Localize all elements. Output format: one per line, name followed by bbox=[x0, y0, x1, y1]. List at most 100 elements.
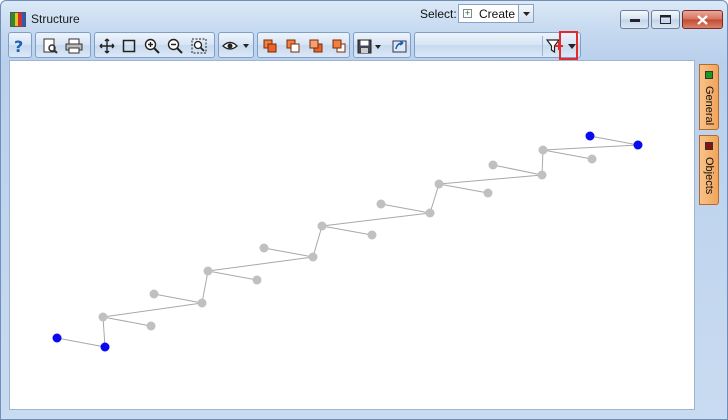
move-icon bbox=[99, 38, 115, 54]
toolbar: ? bbox=[8, 32, 721, 58]
layer-2-icon bbox=[286, 39, 300, 53]
graph-node[interactable] bbox=[367, 230, 377, 240]
print-button[interactable] bbox=[64, 36, 84, 56]
graph-node[interactable] bbox=[308, 252, 318, 262]
toolbar-group-view bbox=[94, 32, 215, 58]
print-preview-icon bbox=[43, 38, 58, 54]
graph-edge bbox=[542, 149, 593, 160]
zoom-fit-icon bbox=[191, 38, 207, 54]
general-square-icon bbox=[705, 71, 713, 79]
structure-graph[interactable] bbox=[10, 61, 696, 411]
window-title: Structure bbox=[31, 12, 80, 26]
select-mode-arrow[interactable] bbox=[518, 5, 533, 22]
toolbar-group-file bbox=[353, 32, 411, 58]
graph-edge bbox=[542, 144, 639, 151]
maximize-icon bbox=[660, 15, 671, 24]
graph-edge bbox=[102, 302, 203, 318]
graph-node[interactable] bbox=[488, 160, 498, 170]
graph-edge bbox=[102, 316, 106, 348]
graph-edge bbox=[207, 256, 314, 272]
graph-edge bbox=[56, 337, 106, 348]
save-dropdown-button[interactable] bbox=[356, 36, 384, 56]
zoom-in-button[interactable] bbox=[142, 36, 162, 56]
move-button[interactable] bbox=[97, 36, 117, 56]
plus-icon: + bbox=[463, 8, 472, 18]
app-icon bbox=[10, 12, 26, 27]
select-mode-value: Create bbox=[479, 7, 516, 21]
structure-window: Structure ? Select: + Create General Obj… bbox=[0, 0, 728, 420]
tab-general-label: General bbox=[703, 86, 715, 126]
close-button[interactable] bbox=[682, 10, 723, 29]
graph-edge bbox=[429, 183, 440, 214]
graph-edge bbox=[102, 316, 152, 327]
toolbar-separator bbox=[542, 36, 543, 56]
help-button[interactable]: ? bbox=[10, 36, 30, 56]
export-button[interactable] bbox=[390, 36, 410, 56]
layer-4-button[interactable] bbox=[329, 36, 349, 56]
export-icon bbox=[392, 40, 407, 53]
minimize-button[interactable] bbox=[620, 10, 649, 29]
graph-node[interactable] bbox=[538, 145, 548, 155]
toolbar-group-layers bbox=[257, 32, 350, 58]
select-rect-icon bbox=[122, 39, 136, 53]
highlight-box bbox=[559, 31, 578, 60]
graph-node[interactable] bbox=[197, 298, 207, 308]
zoom-fit-button[interactable] bbox=[189, 36, 209, 56]
graph-edge bbox=[438, 174, 543, 185]
toolbar-group-print bbox=[35, 32, 91, 58]
select-label: Select: bbox=[420, 7, 457, 21]
graph-node[interactable] bbox=[537, 170, 547, 180]
graph-node[interactable] bbox=[317, 221, 327, 231]
zoom-out-icon bbox=[167, 38, 183, 54]
tab-objects-label: Objects bbox=[703, 157, 715, 195]
graph-node[interactable] bbox=[483, 188, 493, 198]
zoom-in-icon bbox=[144, 38, 160, 54]
layer-1-icon bbox=[263, 39, 277, 53]
graph-edge bbox=[380, 203, 431, 214]
graph-edge bbox=[207, 270, 258, 281]
layer-3-icon bbox=[309, 39, 323, 53]
graph-edge bbox=[321, 225, 373, 236]
graph-edge bbox=[263, 247, 314, 258]
select-rect-button[interactable] bbox=[119, 36, 139, 56]
layer-3-button[interactable] bbox=[306, 36, 326, 56]
tab-general[interactable]: General bbox=[699, 64, 719, 130]
title-bar[interactable]: Structure bbox=[1, 1, 727, 31]
view-dropdown-button[interactable] bbox=[221, 36, 251, 56]
view-icon bbox=[222, 41, 249, 50]
graph-node[interactable] bbox=[149, 289, 159, 299]
structure-canvas[interactable] bbox=[9, 60, 695, 410]
graph-node[interactable] bbox=[203, 266, 213, 276]
graph-node[interactable] bbox=[252, 275, 262, 285]
graph-node-endpoint[interactable] bbox=[585, 131, 595, 141]
graph-edge bbox=[438, 183, 489, 194]
graph-node[interactable] bbox=[146, 321, 156, 331]
graph-edge bbox=[492, 164, 543, 176]
close-icon bbox=[697, 14, 708, 25]
graph-node[interactable] bbox=[259, 243, 269, 253]
graph-node[interactable] bbox=[425, 208, 435, 218]
graph-node-endpoint[interactable] bbox=[100, 342, 110, 352]
graph-node-endpoint[interactable] bbox=[52, 333, 62, 343]
graph-edge bbox=[312, 225, 323, 258]
print-preview-button[interactable] bbox=[40, 36, 60, 56]
graph-edge bbox=[201, 270, 209, 304]
layer-4-icon bbox=[332, 39, 346, 53]
toolbar-group-visibility bbox=[218, 32, 254, 58]
tab-objects[interactable]: Objects bbox=[699, 135, 719, 205]
select-mode-dropdown[interactable]: + Create bbox=[458, 4, 534, 23]
zoom-out-button[interactable] bbox=[165, 36, 185, 56]
minimize-icon bbox=[629, 18, 640, 22]
toolbar-group-select bbox=[414, 32, 581, 58]
graph-edge bbox=[153, 293, 203, 304]
layer-2-button[interactable] bbox=[283, 36, 303, 56]
graph-node[interactable] bbox=[376, 199, 386, 209]
graph-node-endpoint[interactable] bbox=[633, 140, 643, 150]
graph-node[interactable] bbox=[587, 154, 597, 164]
graph-node[interactable] bbox=[98, 312, 108, 322]
maximize-button[interactable] bbox=[651, 10, 680, 29]
objects-square-icon bbox=[705, 142, 713, 150]
graph-node[interactable] bbox=[434, 179, 444, 189]
help-icon: ? bbox=[14, 38, 23, 54]
layer-1-button[interactable] bbox=[260, 36, 280, 56]
